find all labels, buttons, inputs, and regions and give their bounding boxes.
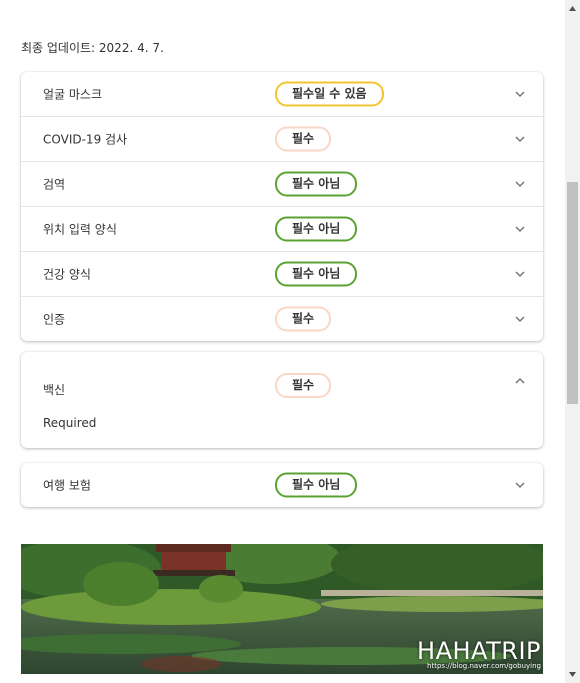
status-badge: 필수 — [275, 373, 332, 398]
photo-watermark: HAHATRIP https://blog.naver.com/gobuying — [417, 637, 541, 670]
requirement-label: 위치 입력 양식 — [43, 222, 117, 237]
requirement-label: 인증 — [43, 312, 66, 327]
watermark-url: https://blog.naver.com/gobuying — [427, 662, 541, 670]
requirement-row-face-mask[interactable]: 얼굴 마스크 필수일 수 있음 — [21, 72, 543, 117]
watermark-title: HAHATRIP — [417, 637, 541, 665]
status-badge: 필수 아님 — [275, 261, 358, 287]
status-badge: 필수일 수 있음 — [275, 81, 384, 107]
status-badge: 필수 아님 — [275, 171, 358, 197]
chevron-down-icon[interactable] — [513, 312, 527, 326]
requirement-row-quarantine[interactable]: 검역 필수 아님 — [21, 162, 543, 207]
chevron-down-icon[interactable] — [513, 87, 527, 101]
last-updated-text: 최종 업데이트: 2022. 4. 7. — [21, 41, 164, 55]
requirement-row-travel-insurance[interactable]: 여행 보험 필수 아님 — [21, 463, 543, 507]
status-badge: 필수 아님 — [275, 216, 358, 242]
requirement-label: 검역 — [43, 177, 66, 192]
requirement-label: 건강 양식 — [43, 267, 91, 282]
scroll-up-arrow-icon[interactable] — [565, 0, 580, 17]
vaccine-detail-text: Required — [43, 416, 97, 430]
requirement-row-health-form[interactable]: 건강 양식 필수 아님 — [21, 252, 543, 297]
status-badge: 필수 — [275, 306, 332, 332]
chevron-down-icon[interactable] — [513, 267, 527, 281]
insurance-card: 여행 보험 필수 아님 — [21, 463, 543, 507]
vertical-scrollbar[interactable] — [565, 0, 580, 683]
chevron-down-icon[interactable] — [513, 222, 527, 236]
scroll-down-arrow-icon[interactable] — [565, 666, 580, 683]
vaccine-card[interactable]: 백신 필수 Required — [21, 352, 543, 448]
chevron-down-icon[interactable] — [513, 177, 527, 191]
requirement-label: 백신 — [43, 383, 66, 397]
chevron-down-icon[interactable] — [513, 132, 527, 146]
scrollbar-thumb[interactable] — [567, 182, 578, 404]
page-content: 최종 업데이트: 2022. 4. 7. 얼굴 마스크 필수일 수 있음 COV… — [0, 0, 565, 683]
requirement-label: COVID-19 검사 — [43, 132, 128, 147]
requirement-row-covid-test[interactable]: COVID-19 검사 필수 — [21, 117, 543, 162]
requirement-label: 얼굴 마스크 — [43, 87, 103, 102]
requirement-label: 여행 보험 — [43, 478, 91, 493]
status-badge: 필수 아님 — [275, 472, 358, 498]
destination-photo: HAHATRIP https://blog.naver.com/gobuying — [21, 544, 543, 674]
status-badge: 필수 — [275, 126, 332, 152]
requirements-card: 얼굴 마스크 필수일 수 있음 COVID-19 검사 필수 검역 필수 아님 … — [21, 72, 543, 341]
requirement-row-locator-form[interactable]: 위치 입력 양식 필수 아님 — [21, 207, 543, 252]
chevron-down-icon[interactable] — [513, 478, 527, 492]
requirement-row-certification[interactable]: 인증 필수 — [21, 297, 543, 341]
chevron-up-icon[interactable] — [513, 374, 527, 388]
